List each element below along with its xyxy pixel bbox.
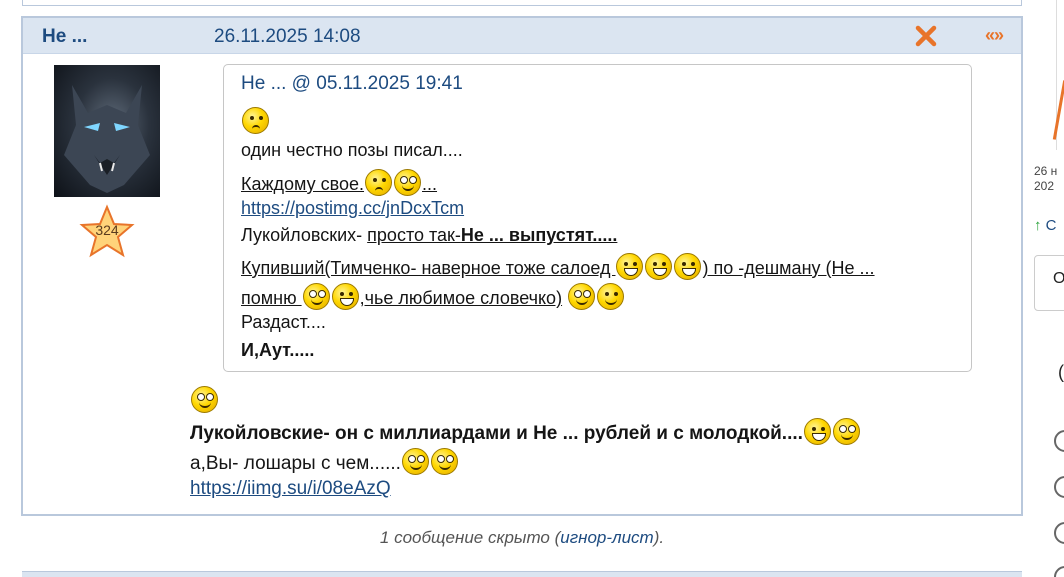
- quote-line-6: помню ,чье любимое словечко): [241, 283, 625, 310]
- sidebar-input[interactable]: О: [1034, 255, 1064, 311]
- forum-post: Не ... 26.11.2025 14:08 «» 324 Не ... @ …: [21, 16, 1023, 516]
- sidebar-text: (: [1058, 362, 1064, 382]
- body-link[interactable]: https://iimg.su/i/08eAzQ: [190, 477, 391, 501]
- radio-option-1[interactable]: [1054, 430, 1064, 452]
- quote-line-1: один честно позы писал....: [241, 140, 463, 160]
- quote-line-5: Купивший(Тимченко- наверное тоже салоед …: [241, 253, 875, 280]
- laughing-smiley-icon: [616, 253, 644, 280]
- sidebar-date: 26 н 202: [1034, 164, 1058, 193]
- rolling-eyes-smiley-icon: [302, 283, 330, 310]
- rolling-eyes-smiley-icon: [832, 418, 860, 445]
- up-arrow-icon[interactable]: ↑ С: [1034, 217, 1057, 234]
- rolling-eyes-smiley-icon: [568, 283, 596, 310]
- ignore-list-link[interactable]: игнор-лист: [560, 528, 653, 547]
- radio-option-3[interactable]: [1054, 522, 1064, 544]
- quote-line-4: Лукойловских- просто так-Не ... выпустят…: [241, 225, 618, 245]
- quote-header[interactable]: Не ... @ 05.11.2025 19:41: [241, 73, 463, 95]
- next-post-edge: [22, 571, 1022, 577]
- wolf-avatar-icon: [64, 85, 150, 193]
- smiley-icon: [597, 283, 625, 310]
- dizzy-smiley-icon: [394, 169, 422, 196]
- body-line-2: а,Вы- лошары с чем......: [190, 448, 459, 476]
- sidebar-fragment: 26 н 202 ↑ С О (: [1032, 0, 1064, 577]
- quote-reply-icon[interactable]: «»: [985, 25, 1004, 46]
- laughing-smiley-icon: [645, 253, 673, 280]
- rolling-eyes-smiley-icon: [401, 448, 429, 475]
- quote-block: Не ... @ 05.11.2025 19:41 один честно по…: [223, 64, 972, 372]
- confused-smiley-icon: [365, 169, 393, 196]
- rating-count: 324: [95, 222, 119, 238]
- radio-option-4[interactable]: [1054, 566, 1064, 577]
- confused-smiley-icon: [242, 107, 269, 134]
- quote-link[interactable]: https://postimg.cc/jnDcxTcm: [241, 197, 464, 219]
- avatar[interactable]: [54, 65, 160, 197]
- quote-emoticon-line: [241, 107, 270, 134]
- laughing-smiley-icon: [331, 283, 359, 310]
- radio-option-2[interactable]: [1054, 476, 1064, 498]
- body-line-1: Лукойловские- он с миллиардами и Не ... …: [190, 418, 861, 446]
- post-date[interactable]: 26.11.2025 14:08: [214, 26, 361, 48]
- quote-line-2[interactable]: Каждому свое....: [241, 169, 437, 196]
- post-author[interactable]: Не ...: [42, 26, 87, 48]
- quote-line-7: Раздаст....: [241, 312, 326, 332]
- rolling-eyes-smiley-icon: [430, 448, 458, 475]
- laughing-smiley-icon: [674, 253, 702, 280]
- previous-post-edge: [22, 0, 1022, 6]
- quote-line-8: И,Аут.....: [241, 340, 315, 360]
- laughing-smiley-icon: [803, 418, 831, 445]
- post-header: Не ... 26.11.2025 14:08 «»: [23, 18, 1021, 54]
- hidden-messages-note: 1 сообщение скрыто (игнор-лист).: [379, 528, 665, 547]
- rolling-eyes-smiley-icon: [191, 386, 218, 413]
- close-icon[interactable]: [914, 24, 938, 48]
- body-emoticon-line: [190, 386, 219, 414]
